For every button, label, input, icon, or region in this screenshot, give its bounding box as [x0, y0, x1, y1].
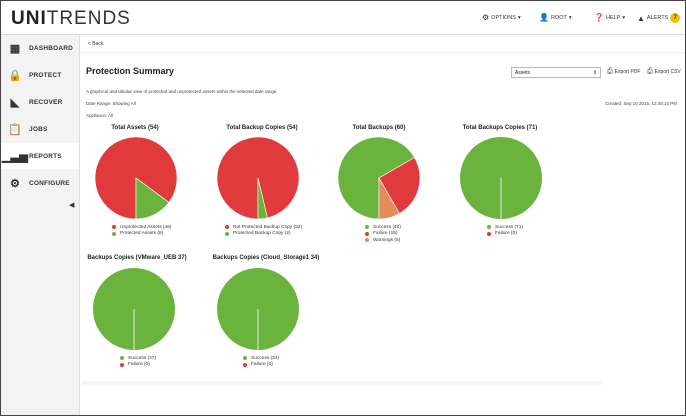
grid-icon: ▦: [9, 42, 21, 55]
chart-legend: Unprotected Assets (46) Protected Assets …: [112, 224, 171, 237]
page-title: Protection Summary: [86, 66, 175, 76]
legend-item[interactable]: Unprotected Assets (46): [112, 224, 171, 231]
chart-title: Backups Copies (Cloud_Storage1 34): [212, 255, 320, 261]
help-menu[interactable]: ❓ HELP ▾: [594, 13, 625, 22]
alerts-menu[interactable]: ▲ ALERTS 7: [637, 13, 681, 23]
main-content: < Back Protection Summary Assets ⇕ ⎙ Expor…: [80, 35, 685, 415]
lock-icon: 🔒: [8, 69, 22, 82]
sidebar-item-configure[interactable]: ⚙ CONFIGURE: [1, 170, 79, 196]
legend-item[interactable]: Warnings (5): [365, 237, 401, 244]
legend-label: Warnings (5): [373, 237, 401, 243]
chart-legend: Not Protected Backup Copy (52) Protected …: [225, 224, 302, 237]
legend-label: Success (34): [251, 355, 279, 361]
chart-title: Total Backups Copies (71): [462, 125, 538, 131]
chevron-down-icon: ▾: [568, 14, 572, 21]
legend-swatch: [487, 225, 491, 230]
export-icon: ⎙: [647, 68, 653, 75]
pie-chart: [93, 268, 175, 350]
chart-title: Backups Copies (VMware_UEB 37): [87, 255, 187, 261]
top-bar: UNITRENDS ⚙ OPTIONS ▾ 👤 ROOT ▾ ❓ HELP ▾ ▲ ALERT…: [1, 1, 685, 35]
report-description: A graphical and tabular view of protecte…: [86, 89, 278, 94]
legend-label: Success (71): [495, 224, 523, 230]
chart-legend: Success (37) Failure (0): [120, 355, 156, 368]
export-csv-button[interactable]: ⎙ Export CSV: [647, 68, 681, 76]
chart-title: Total Backup Copies (54): [226, 125, 298, 131]
divider: [80, 52, 685, 53]
pie-chart: [216, 136, 300, 220]
chart-legend: Success (40) Failure (15) Warnings (5): [365, 224, 401, 244]
legend-label: Success (37): [128, 355, 156, 361]
select-arrows-icon: ⇕: [592, 69, 597, 76]
created-timestamp: Created: Sep 10 2015, 12:48:10 PM: [604, 101, 677, 106]
chart-title: Total Assets (54): [111, 125, 159, 131]
legend-swatch: [225, 231, 229, 236]
legend-item[interactable]: Not Protected Backup Copy (52): [225, 224, 302, 231]
sidebar-item-recover[interactable]: ◣ RECOVER: [1, 89, 79, 115]
legend-swatch: [243, 362, 247, 367]
legend-swatch: [365, 238, 369, 243]
warning-icon: ▲: [637, 13, 645, 23]
alerts-count-badge: 7: [670, 13, 681, 23]
sidebar: ▦ DASHBOARD 🔒 PROTECT ◣ RECOVER 📋 JOBS ▁▃▅ RE…: [1, 35, 80, 415]
help-icon: ❓: [594, 13, 604, 22]
legend-label: Unprotected Assets (46): [120, 224, 172, 230]
legend-label: Failure (15): [373, 231, 398, 237]
pie-chart: [217, 268, 299, 350]
pie-chart: [337, 136, 421, 220]
legend-item[interactable]: Failure (0): [487, 231, 523, 238]
pie-chart: [94, 136, 178, 220]
sidebar-item-jobs[interactable]: 📋 JOBS: [1, 116, 79, 142]
legend-label: Not Protected Backup Copy (52): [233, 224, 303, 230]
legend-label: Failure (0): [495, 231, 517, 237]
legend-item[interactable]: Protected Backup Copy (2): [225, 231, 302, 238]
clipboard-icon: 📋: [8, 123, 22, 136]
root-menu[interactable]: 👤 ROOT ▾: [539, 13, 572, 22]
legend-swatch: [225, 225, 229, 230]
date-range-label: Date Range: Showing All: [86, 101, 136, 106]
legend-label: Failure (0): [128, 362, 150, 368]
legend-swatch: [112, 231, 116, 236]
back-link[interactable]: < Back: [88, 41, 103, 47]
chevron-down-icon: ▾: [517, 14, 521, 21]
chart-legend: Success (71) Failure (0): [487, 224, 523, 237]
legend-swatch: [112, 225, 116, 230]
app-window: UNITRENDS ⚙ OPTIONS ▾ 👤 ROOT ▾ ❓ HELP ▾ ▲ ALERT…: [0, 0, 686, 416]
bar-chart-icon: ▁▃▅: [2, 150, 28, 163]
legend-swatch: [120, 362, 124, 367]
sidebar-item-protect[interactable]: 🔒 PROTECT: [1, 62, 79, 88]
legend-label: Success (40): [373, 224, 401, 230]
legend-item[interactable]: Protected Assets (8): [112, 231, 171, 238]
legend-swatch: [365, 225, 369, 230]
gear-icon: ⚙: [9, 177, 21, 190]
legend-label: Failure (0): [251, 362, 273, 368]
unitrends-logo[interactable]: UNITRENDS: [11, 8, 131, 30]
sidebar-item-dashboard[interactable]: ▦ DASHBOARD: [1, 35, 79, 61]
collapse-sidebar-icon[interactable]: ◀: [69, 201, 74, 209]
chevron-down-icon: ▾: [622, 14, 626, 21]
recover-icon: ◣: [10, 96, 20, 109]
options-menu[interactable]: ⚙ OPTIONS ▾: [482, 13, 521, 22]
export-icon: ⎙: [607, 68, 613, 75]
user-icon: 👤: [539, 13, 549, 22]
chart-legend: Success (34) Failure (0): [243, 355, 279, 368]
appliance-label: Appliance: All: [86, 113, 114, 118]
legend-label: Protected Backup Copy (2): [233, 231, 291, 237]
report-type-select[interactable]: Assets ⇕: [511, 67, 601, 78]
sidebar-item-reports[interactable]: ▁▃▅ REPORTS: [1, 143, 79, 169]
scroll-area-bottom: [81, 381, 601, 385]
legend-swatch: [120, 356, 124, 361]
legend-item[interactable]: Failure (0): [120, 362, 156, 369]
options-icon: ⚙: [482, 13, 490, 22]
chart-title: Total Backups (60): [352, 125, 406, 131]
legend-label: Protected Assets (8): [120, 231, 164, 237]
export-pdf-button[interactable]: ⎙ Export PDF: [607, 68, 640, 76]
pie-chart: [460, 137, 542, 219]
legend-swatch: [243, 356, 247, 361]
legend-item[interactable]: Failure (0): [243, 362, 279, 369]
legend-swatch: [487, 231, 491, 236]
legend-swatch: [365, 231, 369, 236]
